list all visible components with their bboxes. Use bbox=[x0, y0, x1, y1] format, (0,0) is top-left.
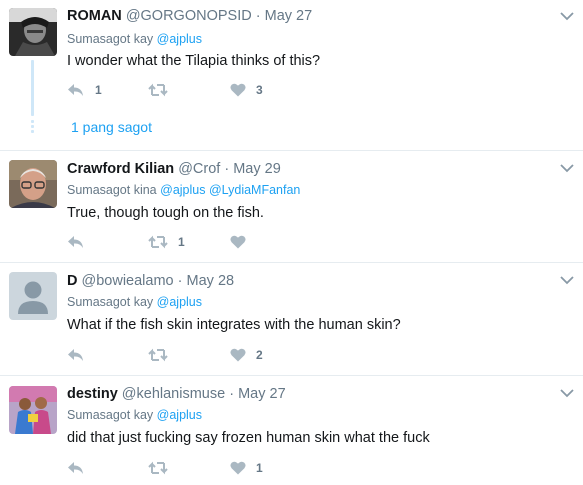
reply-prefix: Sumasagot kay bbox=[67, 295, 154, 309]
timestamp[interactable]: May 27 bbox=[238, 386, 286, 402]
reply-count: 1 bbox=[95, 83, 102, 97]
retweet-icon bbox=[148, 348, 168, 362]
chevron-down-icon[interactable] bbox=[560, 11, 574, 21]
tweet-header: D @bowiealamo · May 28 bbox=[67, 272, 234, 290]
reply-button[interactable] bbox=[67, 459, 101, 477]
chevron-down-icon[interactable] bbox=[560, 388, 574, 398]
timestamp[interactable]: May 27 bbox=[265, 8, 313, 24]
chevron-down-icon[interactable] bbox=[560, 275, 574, 285]
tweet-actions: 1 bbox=[67, 233, 307, 251]
reply-button[interactable] bbox=[67, 346, 101, 364]
heart-icon bbox=[230, 235, 246, 249]
heart-icon bbox=[230, 461, 246, 475]
like-button[interactable]: 1 bbox=[230, 459, 263, 477]
like-count: 3 bbox=[256, 83, 263, 97]
heart-icon bbox=[230, 83, 246, 97]
retweet-count: 1 bbox=[178, 235, 185, 249]
reply-icon bbox=[68, 236, 83, 248]
tweet-text: True, though tough on the fish. bbox=[67, 205, 264, 221]
separator: · bbox=[224, 161, 230, 177]
like-count: 1 bbox=[256, 461, 263, 475]
reply-mention[interactable]: @ajplus @LydiaMFanfan bbox=[160, 183, 300, 197]
tweet-text: What if the fish skin integrates with th… bbox=[67, 317, 401, 333]
reply-mention[interactable]: @ajplus bbox=[157, 32, 202, 46]
display-name[interactable]: D bbox=[67, 273, 77, 289]
retweet-icon bbox=[148, 83, 168, 97]
tweet-actions: 1 3 bbox=[67, 81, 307, 99]
retweet-button[interactable] bbox=[148, 346, 184, 364]
reply-button[interactable]: 1 bbox=[67, 81, 102, 99]
like-button[interactable]: 3 bbox=[230, 81, 263, 99]
retweet-button[interactable]: 1 bbox=[148, 233, 185, 251]
username[interactable]: @GORGONOPSID bbox=[126, 8, 252, 24]
avatar[interactable] bbox=[9, 8, 57, 56]
reply-context: Sumasagot kay @ajplus bbox=[67, 407, 202, 423]
tweet-header: ROMAN @GORGONOPSID · May 27 bbox=[67, 7, 312, 25]
retweet-button[interactable] bbox=[148, 459, 184, 477]
avatar[interactable] bbox=[9, 386, 57, 434]
avatar[interactable] bbox=[9, 160, 57, 208]
username[interactable]: @bowiealamo bbox=[82, 273, 174, 289]
tweet-actions: 2 bbox=[67, 346, 307, 364]
reply-context: Sumasagot kina @ajplus @LydiaMFanfan bbox=[67, 182, 300, 198]
retweet-button[interactable] bbox=[148, 81, 184, 99]
tweet-text: did that just fucking say frozen human s… bbox=[67, 430, 430, 446]
reply-context: Sumasagot kay @ajplus bbox=[67, 31, 202, 47]
reply-button[interactable] bbox=[67, 233, 101, 251]
reply-mention[interactable]: @ajplus bbox=[157, 295, 202, 309]
like-button[interactable] bbox=[230, 233, 262, 251]
tweet-header: Crawford Kilian @Crof · May 29 bbox=[67, 160, 281, 178]
thread-dots bbox=[31, 120, 34, 135]
avatar[interactable] bbox=[9, 272, 57, 320]
separator: · bbox=[255, 8, 261, 24]
reply-icon bbox=[68, 349, 83, 361]
tweet-crawford-kilian[interactable]: Crawford Kilian @Crof · May 29 Sumasagot… bbox=[0, 151, 583, 262]
separator: · bbox=[229, 386, 235, 402]
timestamp[interactable]: May 28 bbox=[187, 273, 235, 289]
reply-context: Sumasagot kay @ajplus bbox=[67, 294, 202, 310]
username[interactable]: @Crof bbox=[178, 161, 220, 177]
like-count: 2 bbox=[256, 348, 263, 362]
tweet-header: destiny @kehlanismuse · May 27 bbox=[67, 385, 286, 403]
tweet-actions: 1 bbox=[67, 459, 307, 477]
timestamp[interactable]: May 29 bbox=[233, 161, 281, 177]
reply-icon bbox=[68, 462, 83, 474]
chevron-down-icon[interactable] bbox=[560, 163, 574, 173]
like-button[interactable]: 2 bbox=[230, 346, 263, 364]
reply-prefix: Sumasagot kay bbox=[67, 408, 154, 422]
separator: · bbox=[177, 273, 183, 289]
display-name[interactable]: Crawford Kilian bbox=[67, 161, 174, 177]
tweet-destiny[interactable]: destiny @kehlanismuse · May 27 Sumasagot… bbox=[0, 376, 583, 485]
display-name[interactable]: destiny bbox=[67, 386, 118, 402]
reply-mention[interactable]: @ajplus bbox=[157, 408, 202, 422]
display-name[interactable]: ROMAN bbox=[67, 8, 122, 24]
tweet-d[interactable]: D @bowiealamo · May 28 Sumasagot kay @aj… bbox=[0, 263, 583, 375]
reply-icon bbox=[68, 84, 83, 96]
retweet-icon bbox=[148, 235, 168, 249]
username[interactable]: @kehlanismuse bbox=[122, 386, 225, 402]
thread-line bbox=[31, 60, 34, 116]
tweet-roman[interactable]: ROMAN @GORGONOPSID · May 27 Sumasagot ka… bbox=[0, 0, 583, 150]
heart-icon bbox=[230, 348, 246, 362]
more-replies-link[interactable]: 1 pang sagot bbox=[71, 118, 152, 136]
reply-prefix: Sumasagot kina bbox=[67, 183, 157, 197]
tweet-text: I wonder what the Tilapia thinks of this… bbox=[67, 53, 321, 69]
retweet-icon bbox=[148, 461, 168, 475]
reply-prefix: Sumasagot kay bbox=[67, 32, 154, 46]
